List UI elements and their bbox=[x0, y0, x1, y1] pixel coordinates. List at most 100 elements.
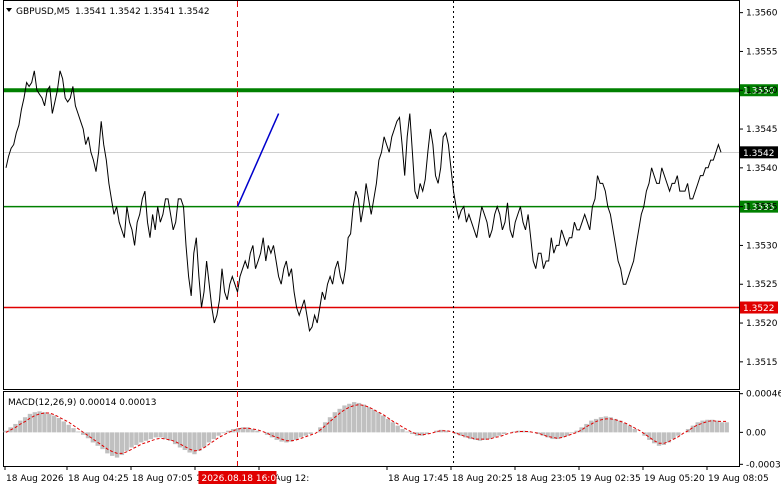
x-tick-label: 19 Aug 08:05 bbox=[708, 474, 769, 484]
macd-bar bbox=[390, 422, 396, 433]
macd-bar bbox=[298, 432, 304, 438]
macd-bar bbox=[356, 402, 362, 433]
macd-bar bbox=[589, 420, 594, 433]
macd-bar bbox=[143, 432, 149, 441]
x-tick-label: 19 Aug 05:20 bbox=[644, 474, 705, 484]
macd-bar bbox=[51, 415, 57, 433]
macd-bar bbox=[579, 427, 584, 433]
macd-bar bbox=[676, 432, 681, 436]
macd-bar bbox=[221, 432, 226, 434]
macd-bar bbox=[400, 429, 405, 433]
y-tick-label: 1.3520 bbox=[746, 319, 778, 329]
macd-bar bbox=[139, 432, 144, 443]
macd-bar bbox=[148, 432, 154, 440]
y-tick-label: 1.3535 bbox=[746, 203, 778, 213]
macd-bar bbox=[119, 432, 125, 456]
macd-bar bbox=[710, 419, 715, 433]
macd-bar bbox=[18, 420, 23, 433]
macd-bar bbox=[376, 412, 381, 433]
chart-header: GBPUSD,M5 1.3541 1.3542 1.3541 1.3542 bbox=[6, 7, 210, 17]
macd-bar bbox=[719, 422, 725, 433]
macd-bar bbox=[303, 432, 308, 436]
y-tick-label: 1.3545 bbox=[746, 125, 778, 135]
x-tick-label: 18 Aug 17:45 bbox=[388, 474, 449, 484]
macd-bar bbox=[85, 432, 91, 439]
macd-bar bbox=[201, 432, 207, 448]
macd-bar bbox=[197, 432, 202, 451]
macd-bar bbox=[695, 422, 700, 433]
macd-bar bbox=[351, 402, 357, 433]
main-plot-frame bbox=[3, 0, 740, 390]
macd-bar bbox=[337, 408, 342, 433]
macd-bar bbox=[613, 418, 618, 433]
macd-bar bbox=[211, 432, 216, 440]
macd-bar bbox=[332, 412, 337, 433]
y-axis: 1.3560 1.3555 1.3550 1.3545 1.3540 1.3535 1.35… bbox=[739, 9, 781, 470]
macd-bar bbox=[47, 413, 52, 433]
y-tick-label: 1.3530 bbox=[746, 241, 778, 251]
macd-bar bbox=[395, 425, 400, 433]
macd-bar bbox=[158, 432, 163, 438]
macd-bar bbox=[274, 432, 279, 440]
macd-bar bbox=[293, 432, 299, 440]
y-tick-label: 1.3560 bbox=[746, 9, 778, 19]
macd-title: MACD(12,26,9) 0.00014 0.00013 bbox=[8, 398, 157, 408]
trading-chart[interactable]: 1.35501.35351.35221.3542 1.35601.35551.3… bbox=[0, 0, 781, 489]
macd-bar bbox=[216, 432, 221, 436]
x-tick-label: 19 Aug 02:35 bbox=[580, 474, 641, 484]
y-tick-label: 1.3515 bbox=[746, 358, 778, 368]
macd-bar bbox=[42, 412, 47, 433]
macd-bar bbox=[255, 430, 260, 433]
symbol-timeframe: GBPUSD,M5 bbox=[16, 7, 70, 17]
macd-bar bbox=[419, 432, 425, 436]
macd-bar bbox=[327, 417, 333, 433]
macd-bar bbox=[71, 428, 76, 433]
macd-bar bbox=[564, 432, 570, 436]
macd-bar bbox=[501, 432, 507, 435]
macd-bar bbox=[66, 424, 71, 433]
macd-bar bbox=[27, 413, 33, 433]
macd-bar bbox=[627, 425, 633, 433]
macd-bar bbox=[342, 405, 347, 433]
macd-bar bbox=[492, 432, 497, 438]
macd-bar bbox=[405, 431, 410, 433]
macd-bar bbox=[714, 420, 720, 433]
macd-bar bbox=[129, 432, 134, 448]
macd-y-tick-label: 0.00046 bbox=[746, 390, 781, 400]
macd-bar bbox=[550, 432, 555, 440]
x-tick-label: 18 Aug 04:25 bbox=[68, 474, 129, 484]
macd-bar bbox=[134, 432, 139, 445]
macd-bar bbox=[497, 432, 502, 436]
macd-bar bbox=[487, 432, 492, 440]
macd-bar bbox=[308, 432, 313, 435]
x-tick-label: 18 Aug 07:05 bbox=[132, 474, 193, 484]
macd-bar bbox=[22, 417, 28, 433]
y-tick-label: 1.3540 bbox=[746, 164, 778, 174]
x-tick-label: 18 Aug 2026 bbox=[6, 474, 64, 484]
y-tick-label: 1.3555 bbox=[746, 47, 778, 57]
macd-y-tick-label: -0.00038 bbox=[746, 460, 781, 470]
y-tick-label: 1.3525 bbox=[746, 280, 778, 290]
y-tick-label: 1.3550 bbox=[746, 86, 778, 96]
macd-bar bbox=[56, 418, 62, 433]
highlight-time-label: 2026.08.18 16:00 bbox=[201, 474, 282, 484]
macd-bar bbox=[560, 432, 565, 438]
macd-bar bbox=[366, 407, 371, 433]
x-tick-label: 18 Aug 20:25 bbox=[452, 474, 513, 484]
macd-bar bbox=[206, 432, 212, 443]
macd-bar bbox=[361, 404, 366, 433]
macd-bar bbox=[105, 432, 110, 454]
macd-bar bbox=[279, 432, 284, 442]
macd-bar bbox=[632, 429, 637, 433]
macd-bar bbox=[656, 432, 662, 446]
ohlc-values: 1.3541 1.3542 1.3541 1.3542 bbox=[75, 7, 210, 17]
macd-bar bbox=[381, 415, 386, 433]
macd-y-tick-label: 0.00 bbox=[746, 428, 766, 438]
macd-bar bbox=[32, 412, 37, 433]
macd-bar bbox=[110, 432, 115, 456]
macd-bar bbox=[385, 418, 391, 433]
macd-bar bbox=[163, 432, 168, 440]
macd-bar bbox=[13, 423, 18, 433]
macd-bar bbox=[622, 423, 628, 433]
current-price-label: 1.3542 bbox=[743, 149, 775, 159]
